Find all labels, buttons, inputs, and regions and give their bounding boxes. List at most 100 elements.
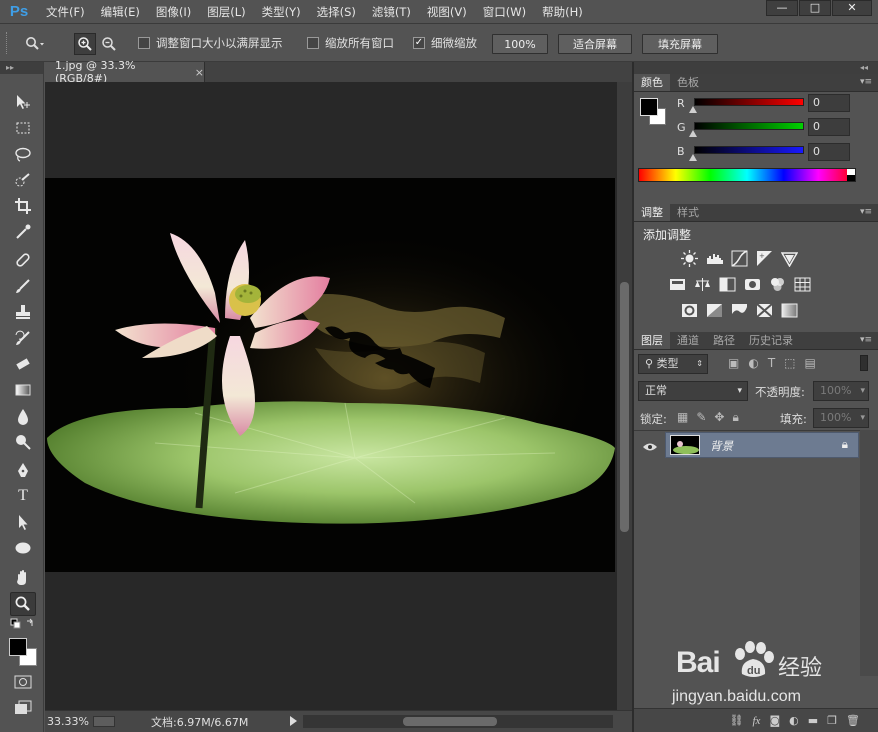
marquee-tool-icon[interactable]: [10, 116, 36, 140]
tab-layers[interactable]: 图层: [634, 332, 670, 349]
zoom-tool-preset-icon[interactable]: [24, 33, 46, 55]
pen-tool-icon[interactable]: [10, 458, 36, 482]
vertical-scrollbar-thumb[interactable]: [620, 282, 629, 532]
hand-tool-icon[interactable]: [10, 566, 36, 590]
menu-edit[interactable]: 编辑(E): [93, 0, 148, 24]
status-menu-arrow-icon[interactable]: [290, 716, 297, 726]
tab-adjustments[interactable]: 调整: [634, 204, 670, 221]
scrubby-zoom-checkbox[interactable]: ✓: [413, 37, 425, 49]
lock-all-icon[interactable]: 🔒︎: [732, 410, 738, 425]
fill-field[interactable]: 100% ▾: [813, 408, 869, 428]
layers-panel-menu-icon[interactable]: ▾≡: [860, 335, 872, 345]
fill-screen-button[interactable]: 填充屏幕: [642, 34, 718, 54]
zoom-in-icon[interactable]: [74, 33, 96, 55]
layer-visibility-eye-icon[interactable]: [638, 436, 662, 458]
new-layer-icon[interactable]: ❐: [827, 714, 837, 727]
invert-icon[interactable]: [681, 302, 698, 319]
resize-windows-option[interactable]: 调整窗口大小以满屏显示: [138, 34, 283, 52]
blend-mode-select[interactable]: 正常 ▾: [638, 381, 748, 401]
channel-b-slider[interactable]: [694, 146, 804, 154]
layer-row[interactable]: 背景 🔒︎: [665, 432, 859, 458]
tab-color[interactable]: 颜色: [634, 74, 670, 91]
filter-type-icon[interactable]: T: [768, 356, 775, 370]
menu-filter[interactable]: 滤镜(T): [364, 0, 419, 24]
move-tool-icon[interactable]: [10, 90, 36, 114]
threshold-icon[interactable]: [731, 302, 748, 319]
color-balance-icon[interactable]: [694, 276, 711, 293]
new-adjustment-layer-icon[interactable]: ◐: [789, 714, 799, 727]
brush-tool-icon[interactable]: [10, 274, 36, 298]
filter-adjustment-icon[interactable]: ◐: [748, 356, 758, 370]
document-image[interactable]: [45, 178, 615, 572]
tab-paths[interactable]: 路径: [706, 332, 742, 349]
zoom-tool-icon[interactable]: [10, 592, 36, 616]
photo-filter-icon[interactable]: [744, 276, 761, 293]
menu-help[interactable]: 帮助(H): [534, 0, 591, 24]
document-tab-close-button[interactable]: ×: [195, 66, 204, 79]
link-layers-icon[interactable]: ⛓: [730, 714, 744, 727]
tools-panel-grip[interactable]: ▸▸: [0, 62, 43, 74]
resize-windows-checkbox[interactable]: [138, 37, 150, 49]
ellipse-tool-icon[interactable]: [10, 536, 36, 560]
zoom-all-checkbox[interactable]: [307, 37, 319, 49]
new-group-icon[interactable]: ▬: [808, 714, 818, 727]
actual-pixels-button[interactable]: 100%: [492, 34, 548, 54]
dodge-tool-icon[interactable]: [10, 430, 36, 454]
channel-r-value[interactable]: 0: [808, 94, 850, 112]
eyedropper-tool-icon[interactable]: [10, 220, 36, 244]
filter-smart-object-icon[interactable]: ▤: [805, 356, 816, 370]
horizontal-scrollbar[interactable]: [303, 715, 613, 728]
maximize-button[interactable]: □: [799, 0, 831, 16]
channel-g-slider-handle[interactable]: [689, 130, 697, 137]
menu-file[interactable]: 文件(F): [38, 0, 93, 24]
lock-position-icon[interactable]: ✥: [714, 410, 724, 425]
channel-g-slider[interactable]: [694, 122, 804, 130]
filter-pixel-icon[interactable]: ▣: [728, 356, 739, 370]
menu-type[interactable]: 类型(Y): [254, 0, 309, 24]
gradient-tool-icon[interactable]: [10, 378, 36, 402]
zoom-level[interactable]: 33.33%: [45, 715, 91, 728]
history-brush-tool-icon[interactable]: [10, 326, 36, 350]
black-white-icon[interactable]: [719, 276, 736, 293]
adjustments-panel-menu-icon[interactable]: ▾≡: [860, 207, 872, 217]
panels-grip[interactable]: ◂◂: [634, 62, 878, 74]
scrubby-zoom-option[interactable]: ✓ 细微缩放: [413, 34, 477, 52]
canvas-area[interactable]: [45, 82, 617, 710]
posterize-icon[interactable]: [706, 302, 723, 319]
curves-icon[interactable]: [731, 250, 748, 267]
status-preview-icon[interactable]: [93, 716, 115, 727]
color-lookup-icon[interactable]: [794, 276, 811, 293]
vibrance-icon[interactable]: [781, 250, 798, 267]
opacity-field[interactable]: 100% ▾: [813, 381, 869, 401]
channel-r-slider-handle[interactable]: [689, 106, 697, 113]
tab-swatches[interactable]: 色板: [670, 74, 706, 91]
channel-b-value[interactable]: 0: [808, 143, 850, 161]
add-mask-icon[interactable]: ◙: [769, 714, 780, 727]
foreground-color-swatch[interactable]: [9, 638, 27, 656]
default-colors-icon[interactable]: [10, 618, 36, 632]
layer-style-fx-icon[interactable]: fx: [753, 715, 761, 727]
close-button[interactable]: ✕: [832, 0, 872, 16]
options-grip[interactable]: [6, 32, 9, 54]
fit-screen-button[interactable]: 适合屏幕: [558, 34, 632, 54]
healing-brush-tool-icon[interactable]: [10, 248, 36, 272]
document-tab[interactable]: 1.jpg @ 33.3%(RGB/8#) ×: [45, 59, 205, 85]
lasso-tool-icon[interactable]: [10, 142, 36, 166]
color-panel-menu-icon[interactable]: ▾≡: [860, 77, 872, 87]
tab-styles[interactable]: 样式: [670, 204, 706, 221]
exposure-icon[interactable]: +: [756, 250, 773, 267]
brightness-contrast-icon[interactable]: [681, 250, 698, 267]
crop-tool-icon[interactable]: [10, 194, 36, 218]
blur-tool-icon[interactable]: [10, 404, 36, 428]
filter-shape-icon[interactable]: ⬚: [784, 356, 795, 370]
menu-image[interactable]: 图像(I): [148, 0, 199, 24]
color-spectrum-bar[interactable]: [638, 168, 856, 182]
channel-b-slider-handle[interactable]: [689, 154, 697, 161]
layers-scroll-track[interactable]: [860, 430, 878, 676]
menu-view[interactable]: 视图(V): [419, 0, 475, 24]
channel-r-slider[interactable]: [694, 98, 804, 106]
type-tool-icon[interactable]: T: [10, 484, 36, 508]
channel-g-value[interactable]: 0: [808, 118, 850, 136]
gradient-map-icon[interactable]: [781, 302, 798, 319]
menu-window[interactable]: 窗口(W): [475, 0, 534, 24]
